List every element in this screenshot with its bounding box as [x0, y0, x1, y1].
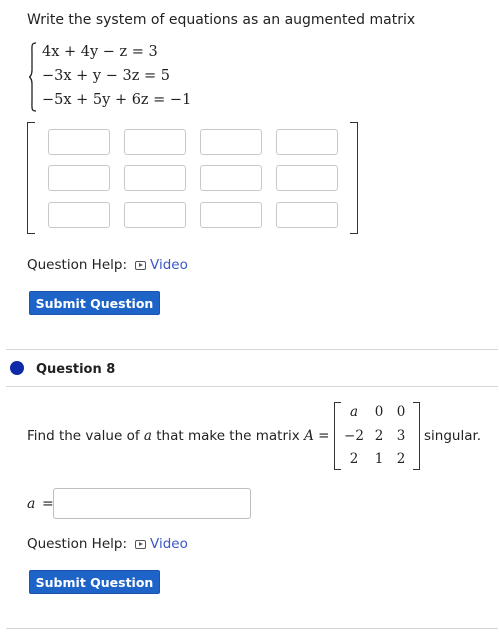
equals-sign: =	[318, 428, 330, 444]
matrix-entry: 0	[374, 404, 384, 420]
question-help-label: Question Help:	[27, 257, 127, 273]
matrix-entry: a	[349, 404, 359, 420]
matrix-entry: −2	[344, 428, 364, 444]
matrix-cell-r3c1[interactable]	[48, 202, 110, 228]
equation-1: 4x + 4y − z = 3	[42, 44, 158, 60]
prompt-text-before: Find the value of	[27, 428, 140, 444]
matrix-cell-r1c1[interactable]	[48, 129, 110, 155]
video-link-label: Video	[150, 536, 188, 552]
matrix-entry: 0	[396, 404, 406, 420]
matrix-right-bracket	[413, 402, 420, 470]
answer-equals-sign: =	[42, 496, 54, 512]
video-link[interactable]: Video	[135, 257, 188, 273]
prompt-text-mid: that make the matrix	[156, 428, 300, 444]
video-link-label: Video	[150, 257, 188, 273]
system-brace	[28, 42, 37, 112]
matrix-name: A	[304, 428, 314, 444]
matrix-cell-r3c2[interactable]	[124, 202, 186, 228]
matrix-right-bracket	[350, 122, 358, 234]
submit-question-button[interactable]: Submit Question	[29, 570, 160, 594]
matrix-entry: 2	[349, 451, 359, 467]
matrix-cell-r2c4[interactable]	[276, 165, 338, 191]
matrix-entry: 2	[374, 428, 384, 444]
question-help-label: Question Help:	[27, 536, 127, 552]
matrix-entry: 2	[396, 451, 406, 467]
answer-input[interactable]	[53, 488, 251, 519]
matrix-cell-r2c1[interactable]	[48, 165, 110, 191]
prompt-text-after: singular.	[424, 428, 482, 444]
play-icon	[135, 260, 146, 270]
question-help: Question Help: Video	[27, 257, 188, 273]
matrix-cell-r3c4[interactable]	[276, 202, 338, 228]
matrix-entry: 1	[374, 451, 384, 467]
question-help: Question Help: Video	[27, 536, 188, 552]
submit-question-button[interactable]: Submit Question	[29, 291, 160, 315]
matrix-cell-r1c4[interactable]	[276, 129, 338, 155]
question-prompt: Write the system of equations as an augm…	[27, 12, 416, 28]
answer-variable-label: a	[27, 496, 36, 512]
matrix-left-bracket	[334, 402, 341, 470]
divider	[6, 386, 498, 387]
matrix-cell-r1c2[interactable]	[124, 129, 186, 155]
matrix-left-bracket	[27, 122, 35, 234]
matrix-cell-r1c3[interactable]	[200, 129, 262, 155]
matrix-cell-r2c2[interactable]	[124, 165, 186, 191]
matrix-cell-r3c3[interactable]	[200, 202, 262, 228]
divider	[6, 349, 498, 350]
divider	[6, 628, 498, 629]
video-link[interactable]: Video	[135, 536, 188, 552]
equation-3: −5x + 5y + 6z = −1	[42, 92, 192, 108]
question-status-dot	[10, 361, 24, 375]
matrix-entry: 3	[396, 428, 406, 444]
play-icon	[135, 539, 146, 549]
matrix-cell-r2c3[interactable]	[200, 165, 262, 191]
equation-2: −3x + y − 3z = 5	[42, 68, 170, 84]
question-title: Question 8	[36, 362, 116, 377]
prompt-variable: a	[143, 428, 152, 444]
question-prompt: Find the value of a that make the matrix…	[27, 428, 329, 444]
